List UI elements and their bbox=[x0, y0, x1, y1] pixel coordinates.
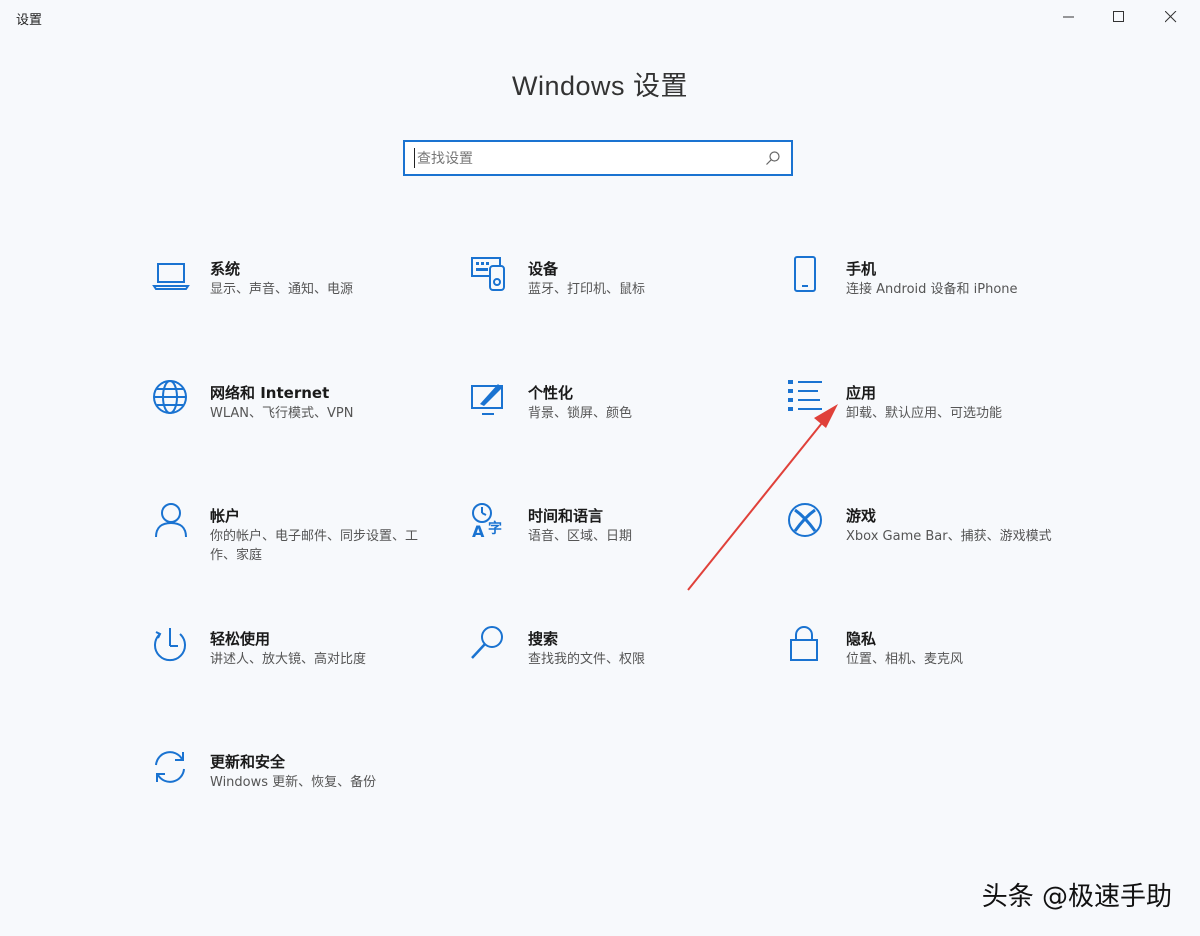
tile-description: 语音、区域、日期 bbox=[528, 529, 633, 544]
tile-accounts[interactable]: 帐户 你的帐户、电子邮件、同步设置、工作、家庭 bbox=[152, 503, 462, 573]
tile-apps[interactable]: 应用 卸载、默认应用、可选功能 bbox=[788, 380, 1098, 450]
tile-title: 手机 bbox=[846, 260, 877, 278]
page-title: Windows 设置 bbox=[511, 71, 689, 101]
tile-title: 应用 bbox=[846, 384, 877, 402]
tile-description: 显示、声音、通知、电源 bbox=[210, 282, 354, 297]
apps-list-icon bbox=[788, 380, 828, 420]
personalization-icon bbox=[470, 380, 510, 420]
tile-title: 隐私 bbox=[846, 630, 877, 648]
xbox-icon bbox=[788, 503, 828, 543]
title-bar: 设置 bbox=[0, 0, 1200, 34]
sync-icon bbox=[152, 749, 192, 789]
tile-system[interactable]: 系统 显示、声音、通知、电源 bbox=[152, 256, 462, 326]
tile-title: 个性化 bbox=[528, 384, 574, 402]
tile-privacy[interactable]: 隐私 位置、相机、麦克风 bbox=[788, 626, 1098, 696]
search-icon bbox=[470, 626, 510, 666]
laptop-icon bbox=[152, 256, 192, 296]
tile-update-security[interactable]: 更新和安全 Windows 更新、恢复、备份 bbox=[152, 749, 462, 819]
tile-description: 背景、锁屏、颜色 bbox=[528, 406, 633, 421]
tile-personalization[interactable]: 个性化 背景、锁屏、颜色 bbox=[470, 380, 780, 450]
tile-title: 更新和安全 bbox=[210, 753, 286, 771]
close-button[interactable] bbox=[1148, 0, 1194, 34]
tile-description: 连接 Android 设备和 iPhone bbox=[846, 282, 1018, 297]
tile-description: 位置、相机、麦克风 bbox=[846, 652, 964, 667]
search-box[interactable] bbox=[403, 140, 793, 176]
lock-icon bbox=[788, 626, 828, 666]
tile-title: 网络和 Internet bbox=[210, 384, 330, 402]
tile-description: Windows 更新、恢复、备份 bbox=[210, 775, 377, 790]
tile-search[interactable]: 搜索 查找我的文件、权限 bbox=[470, 626, 780, 696]
tile-description: WLAN、飞行模式、VPN bbox=[210, 406, 354, 421]
search-input[interactable] bbox=[415, 146, 759, 172]
tile-description: 蓝牙、打印机、鼠标 bbox=[528, 282, 646, 297]
tile-ease-of-access[interactable]: 轻松使用 讲述人、放大镜、高对比度 bbox=[152, 626, 462, 696]
ease-of-access-icon bbox=[152, 626, 192, 666]
tile-title: 时间和语言 bbox=[528, 507, 604, 525]
devices-icon bbox=[470, 256, 510, 296]
search-icon[interactable] bbox=[765, 150, 781, 166]
maximize-button[interactable] bbox=[1096, 0, 1142, 34]
tile-description: 讲述人、放大镜、高对比度 bbox=[210, 652, 367, 667]
tile-title: 轻松使用 bbox=[210, 630, 271, 648]
tile-network[interactable]: 网络和 Internet WLAN、飞行模式、VPN bbox=[152, 380, 462, 450]
watermark: 头条 @极速手助 bbox=[981, 882, 1172, 912]
tile-devices[interactable]: 设备 蓝牙、打印机、鼠标 bbox=[470, 256, 780, 326]
maximize-icon bbox=[1113, 11, 1124, 22]
tile-title: 设备 bbox=[528, 260, 559, 278]
close-icon bbox=[1165, 11, 1177, 23]
tile-time-language[interactable]: A字 时间和语言 语音、区域、日期 bbox=[470, 503, 780, 573]
minimize-button[interactable] bbox=[1046, 0, 1092, 34]
tile-title: 搜索 bbox=[528, 630, 559, 648]
tile-title: 游戏 bbox=[846, 507, 877, 525]
phone-icon bbox=[788, 256, 828, 296]
tile-description: Xbox Game Bar、捕获、游戏模式 bbox=[846, 529, 1052, 544]
tile-phone[interactable]: 手机 连接 Android 设备和 iPhone bbox=[788, 256, 1098, 326]
svg-text:A: A bbox=[472, 522, 485, 541]
tile-description: 你的帐户、电子邮件、同步设置、工作、家庭 bbox=[210, 529, 419, 563]
person-icon bbox=[152, 503, 192, 543]
tile-gaming[interactable]: 游戏 Xbox Game Bar、捕获、游戏模式 bbox=[788, 503, 1098, 573]
window-title: 设置 bbox=[16, 13, 43, 28]
minimize-icon bbox=[1063, 16, 1074, 18]
settings-window: 设置 Windows 设置 系统 显示、声音、通知、电源 设备 蓝牙、打印机 bbox=[0, 0, 1200, 936]
tile-title: 系统 bbox=[210, 260, 241, 278]
svg-text:字: 字 bbox=[488, 520, 502, 537]
tile-title: 帐户 bbox=[210, 507, 241, 525]
tile-description: 查找我的文件、权限 bbox=[528, 652, 646, 667]
globe-icon bbox=[152, 380, 192, 420]
time-language-icon: A字 bbox=[470, 503, 510, 543]
tile-description: 卸载、默认应用、可选功能 bbox=[846, 406, 1003, 421]
